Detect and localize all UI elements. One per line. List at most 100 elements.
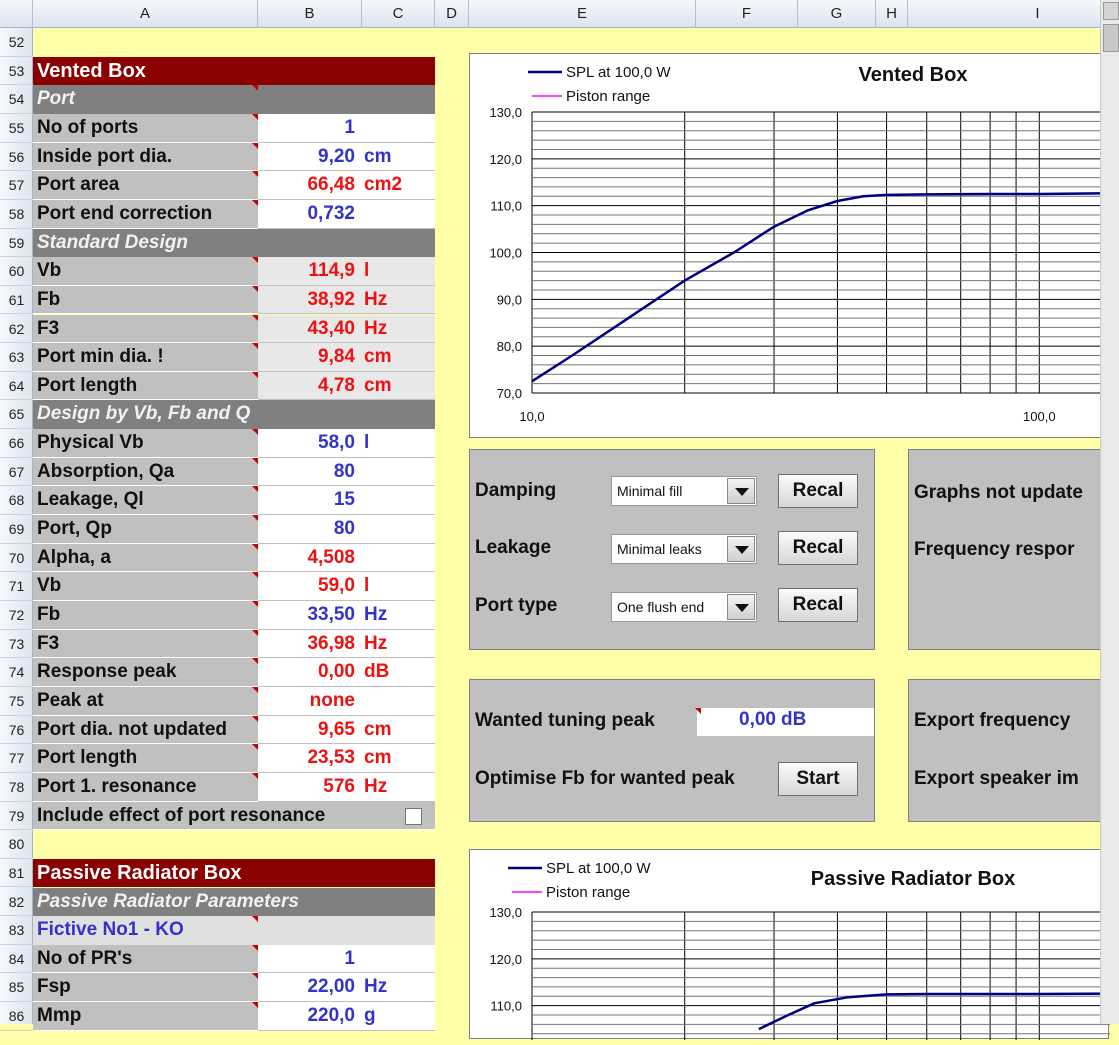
row-header[interactable]: 70: [0, 544, 33, 573]
comment-marker: [252, 486, 258, 493]
row-header[interactable]: 60: [0, 257, 33, 286]
row-header[interactable]: 75: [0, 687, 33, 716]
row-header[interactable]: 72: [0, 601, 33, 630]
row-value[interactable]: 0,00 dB: [258, 658, 435, 687]
column-header-f[interactable]: F: [696, 0, 798, 28]
row-header[interactable]: 71: [0, 572, 33, 601]
row-header[interactable]: 58: [0, 200, 33, 229]
row-header[interactable]: 64: [0, 372, 33, 401]
value-unit: Hz: [364, 604, 388, 625]
y-tick-label: 80,0: [497, 339, 522, 354]
value-number: 59,0: [318, 575, 355, 597]
row-header[interactable]: 68: [0, 486, 33, 516]
row-header[interactable]: 62: [0, 315, 33, 344]
row-value[interactable]: 15: [258, 486, 435, 516]
damping-recal-button[interactable]: Recal: [778, 474, 858, 508]
row-header[interactable]: 57: [0, 171, 33, 200]
row-value[interactable]: 0,732: [258, 199, 435, 229]
row-header[interactable]: 86: [0, 1002, 33, 1031]
value-number: 80: [333, 518, 355, 540]
row-value[interactable]: 23,53 cm: [258, 744, 435, 773]
legend-label-piston: Piston range: [566, 88, 650, 105]
select-all-corner[interactable]: [0, 0, 33, 28]
row-value[interactable]: 22,00 Hz: [258, 973, 435, 1003]
row-header[interactable]: 83: [0, 916, 33, 945]
chevron-down-icon[interactable]: [727, 478, 755, 504]
damping-dropdown[interactable]: Minimal fill: [611, 476, 757, 506]
row-header[interactable]: 74: [0, 658, 33, 687]
row-value[interactable]: 9,84 cm: [258, 343, 435, 372]
column-header-h[interactable]: H: [876, 0, 908, 28]
row-header[interactable]: 55: [0, 114, 33, 143]
column-header-g[interactable]: G: [798, 0, 876, 28]
scrollbar-thumb[interactable]: [1103, 24, 1119, 52]
row-header[interactable]: 79: [0, 802, 33, 831]
row-header[interactable]: 77: [0, 744, 33, 773]
row-header[interactable]: 78: [0, 773, 33, 802]
row-value[interactable]: 59,0 l: [258, 572, 435, 601]
column-header-b[interactable]: B: [258, 0, 362, 28]
row-value[interactable]: 43,40 Hz: [258, 314, 435, 344]
row-header[interactable]: 65: [0, 400, 33, 430]
column-header-d[interactable]: D: [435, 0, 469, 28]
row-value[interactable]: 9,65 cm: [258, 715, 435, 745]
row-value[interactable]: none: [258, 686, 435, 716]
port-type-dropdown[interactable]: One flush end: [611, 592, 757, 622]
port-type-recal-button[interactable]: Recal: [778, 588, 858, 622]
row-value[interactable]: 36,98 Hz: [258, 629, 435, 659]
row-header[interactable]: 59: [0, 229, 33, 258]
chevron-down-icon[interactable]: [727, 594, 755, 620]
row-value[interactable]: 9,20 cm: [258, 142, 435, 172]
row-header[interactable]: 66: [0, 429, 33, 458]
row-value[interactable]: 66,48 cm2: [258, 171, 435, 200]
row-header[interactable]: 56: [0, 143, 33, 172]
row-header[interactable]: 80: [0, 830, 33, 859]
wanted-tuning-peak-input[interactable]: 0,00 dB: [697, 708, 874, 736]
row-value[interactable]: 33,50 Hz: [258, 601, 435, 630]
row-header[interactable]: 61: [0, 286, 33, 315]
row-header[interactable]: 63: [0, 343, 33, 372]
leakage-recal-button[interactable]: Recal: [778, 531, 858, 565]
start-button[interactable]: Start: [778, 762, 858, 796]
vented-box-chart[interactable]: 130,0 120,0 110,0 100,0 90,0 80,0 70,0 10,0 100,…: [469, 53, 1119, 438]
export-speaker-label[interactable]: Export speaker im: [914, 768, 1079, 790]
comment-marker: [252, 973, 258, 980]
chevron-down-icon[interactable]: [727, 536, 755, 562]
row-header[interactable]: 69: [0, 515, 33, 544]
row-header[interactable]: 52: [0, 28, 33, 57]
row-value[interactable]: 4,78 cm: [258, 371, 435, 401]
row-header[interactable]: 54: [0, 85, 33, 114]
row-header[interactable]: 73: [0, 630, 33, 659]
row-header[interactable]: 76: [0, 716, 33, 745]
row-value[interactable]: 38,92 Hz: [258, 285, 435, 315]
column-header-a[interactable]: A: [33, 0, 258, 28]
row-header[interactable]: 84: [0, 945, 33, 974]
scroll-up-icon[interactable]: [1103, 2, 1119, 20]
row-header[interactable]: 82: [0, 888, 33, 917]
row-value[interactable]: 114,9 l: [258, 257, 435, 286]
row-value[interactable]: 58,0 l: [258, 429, 435, 458]
pr-model-name[interactable]: Fictive No1 - KO: [33, 916, 435, 945]
row-value[interactable]: 576 Hz: [258, 772, 435, 802]
column-header-c[interactable]: C: [362, 0, 435, 28]
column-header-i[interactable]: I: [908, 0, 1119, 28]
value-number: 9,20: [318, 145, 355, 167]
include-port-resonance-checkbox[interactable]: [405, 807, 422, 825]
column-header-e[interactable]: E: [469, 0, 696, 28]
vertical-scrollbar[interactable]: [1100, 0, 1119, 1024]
row-header[interactable]: 67: [0, 458, 33, 487]
row-value[interactable]: 80: [258, 515, 435, 544]
export-frequency-label[interactable]: Export frequency: [914, 710, 1070, 732]
row-header[interactable]: 81: [0, 859, 33, 888]
passive-radiator-chart[interactable]: 130,0 120,0 110,0 Passive Radiator Box SPL a…: [469, 849, 1119, 1045]
row-value[interactable]: 4,508: [258, 543, 435, 573]
row-header[interactable]: 85: [0, 973, 33, 1003]
row-value[interactable]: 1: [258, 944, 435, 974]
row-value[interactable]: 80: [258, 457, 435, 487]
row-header[interactable]: 53: [0, 57, 33, 86]
row-value[interactable]: 1: [258, 113, 435, 143]
row-value[interactable]: 220,0 g: [258, 1002, 435, 1031]
row-label: Fb: [33, 285, 258, 315]
leakage-dropdown[interactable]: Minimal leaks: [611, 534, 757, 564]
comment-marker: [252, 1002, 258, 1009]
